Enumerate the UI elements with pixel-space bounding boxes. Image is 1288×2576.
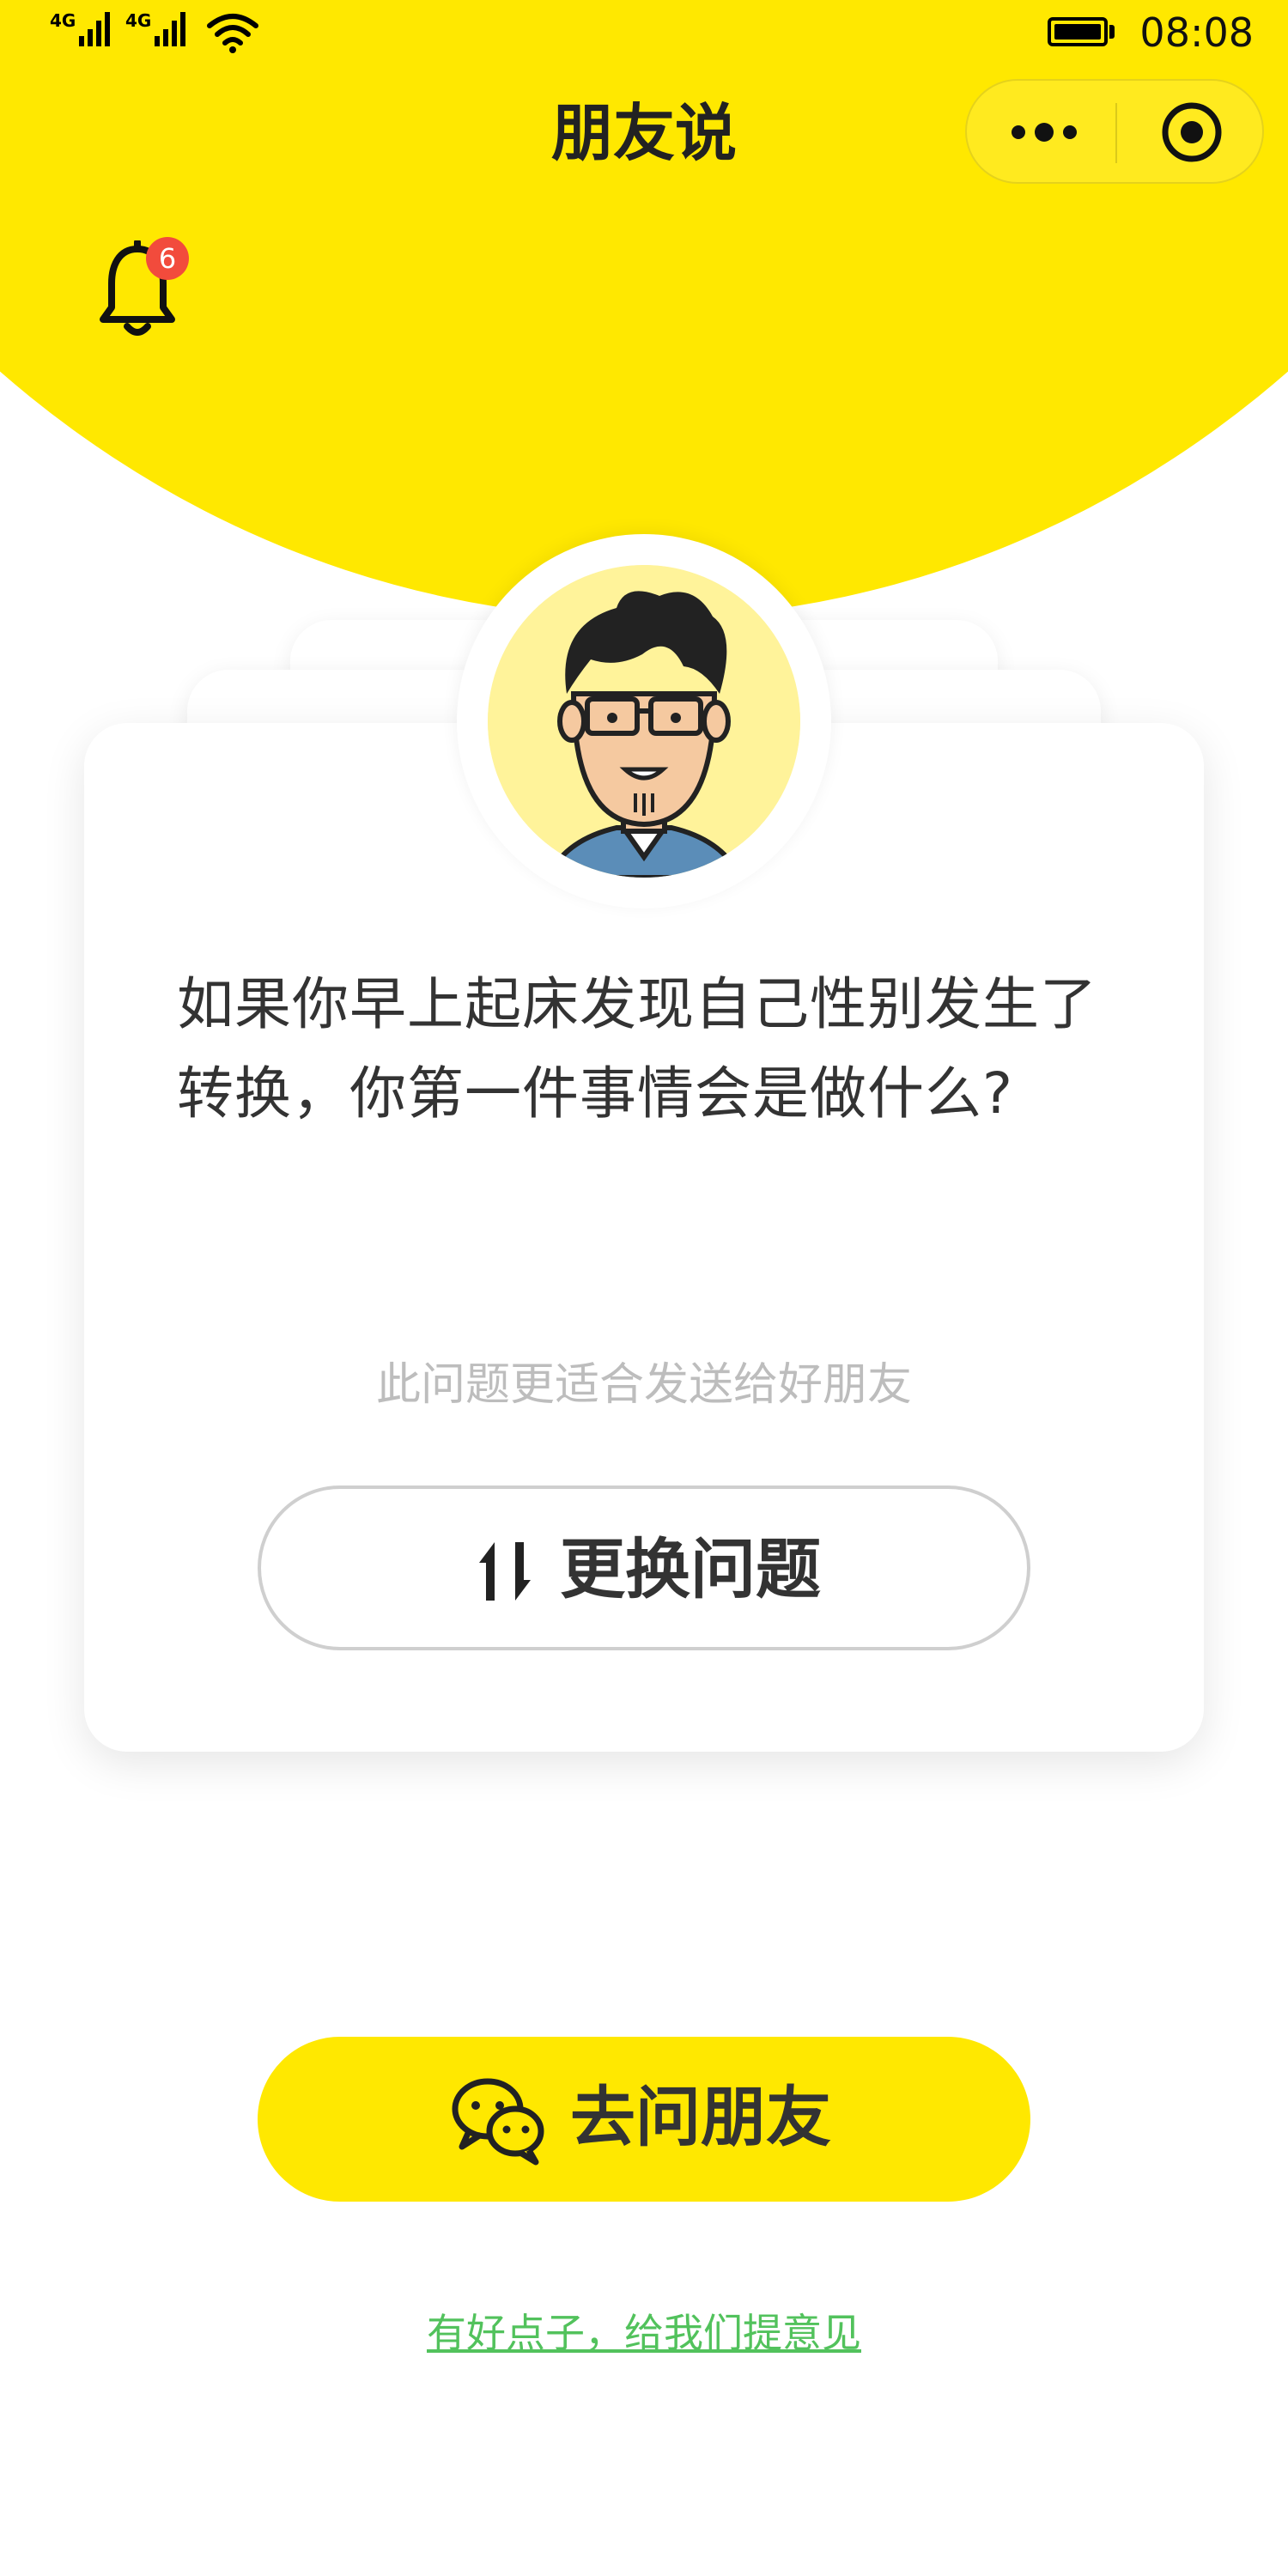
change-question-button[interactable]: 更换问题 [258,1485,1030,1650]
signal-2: 4G [125,9,186,46]
status-bar: 4G 4G 08:08 [0,0,1288,69]
ask-friends-label: 去问朋友 [570,2079,831,2155]
feedback-link[interactable]: 有好点子，给我们提意见 [0,2305,1288,2361]
status-time: 08:08 [1139,9,1254,56]
swap-arrows-icon [479,1542,531,1601]
ask-friends-button[interactable]: 去问朋友 [258,2037,1030,2202]
more-dots-icon[interactable] [1008,115,1080,149]
wechat-icon [452,2078,544,2166]
network-type-2: 4G [125,10,152,31]
mini-program-capsule [965,79,1264,184]
screen: 4G 4G 08:08 朋友说 6 如果你早上起床发现自己性别发生了转换，你第一… [0,0,1288,2576]
notification-badge: 6 [146,237,189,280]
question-hint: 此问题更适合发送给好朋友 [375,1359,912,1411]
avatar [488,565,800,878]
battery-icon [1048,17,1108,46]
signal-icon [79,9,111,46]
network-type-1: 4G [50,10,76,31]
signal-icon [155,9,186,46]
battery-cap [1109,25,1115,39]
cartoon-man-avatar [488,565,800,878]
target-circle-icon[interactable] [1159,100,1224,165]
question-text: 如果你早上起床发现自己性别发生了转换，你第一件事情会是做什么? [177,971,1097,1127]
signal-1: 4G [50,9,111,46]
change-question-label: 更换问题 [560,1531,821,1607]
capsule-divider [1115,103,1117,163]
wifi-icon [207,14,258,53]
